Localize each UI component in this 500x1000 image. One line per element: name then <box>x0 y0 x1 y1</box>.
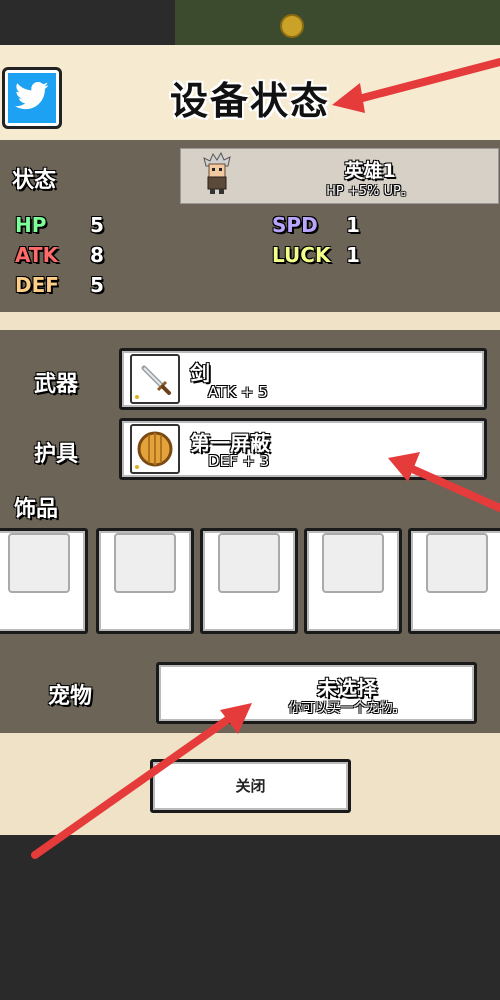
annotation-arrows <box>31 58 500 859</box>
annotation-arrow-armor <box>388 452 500 512</box>
annotation-arrow-title <box>332 58 500 113</box>
annotation-arrow-pet <box>31 703 252 859</box>
